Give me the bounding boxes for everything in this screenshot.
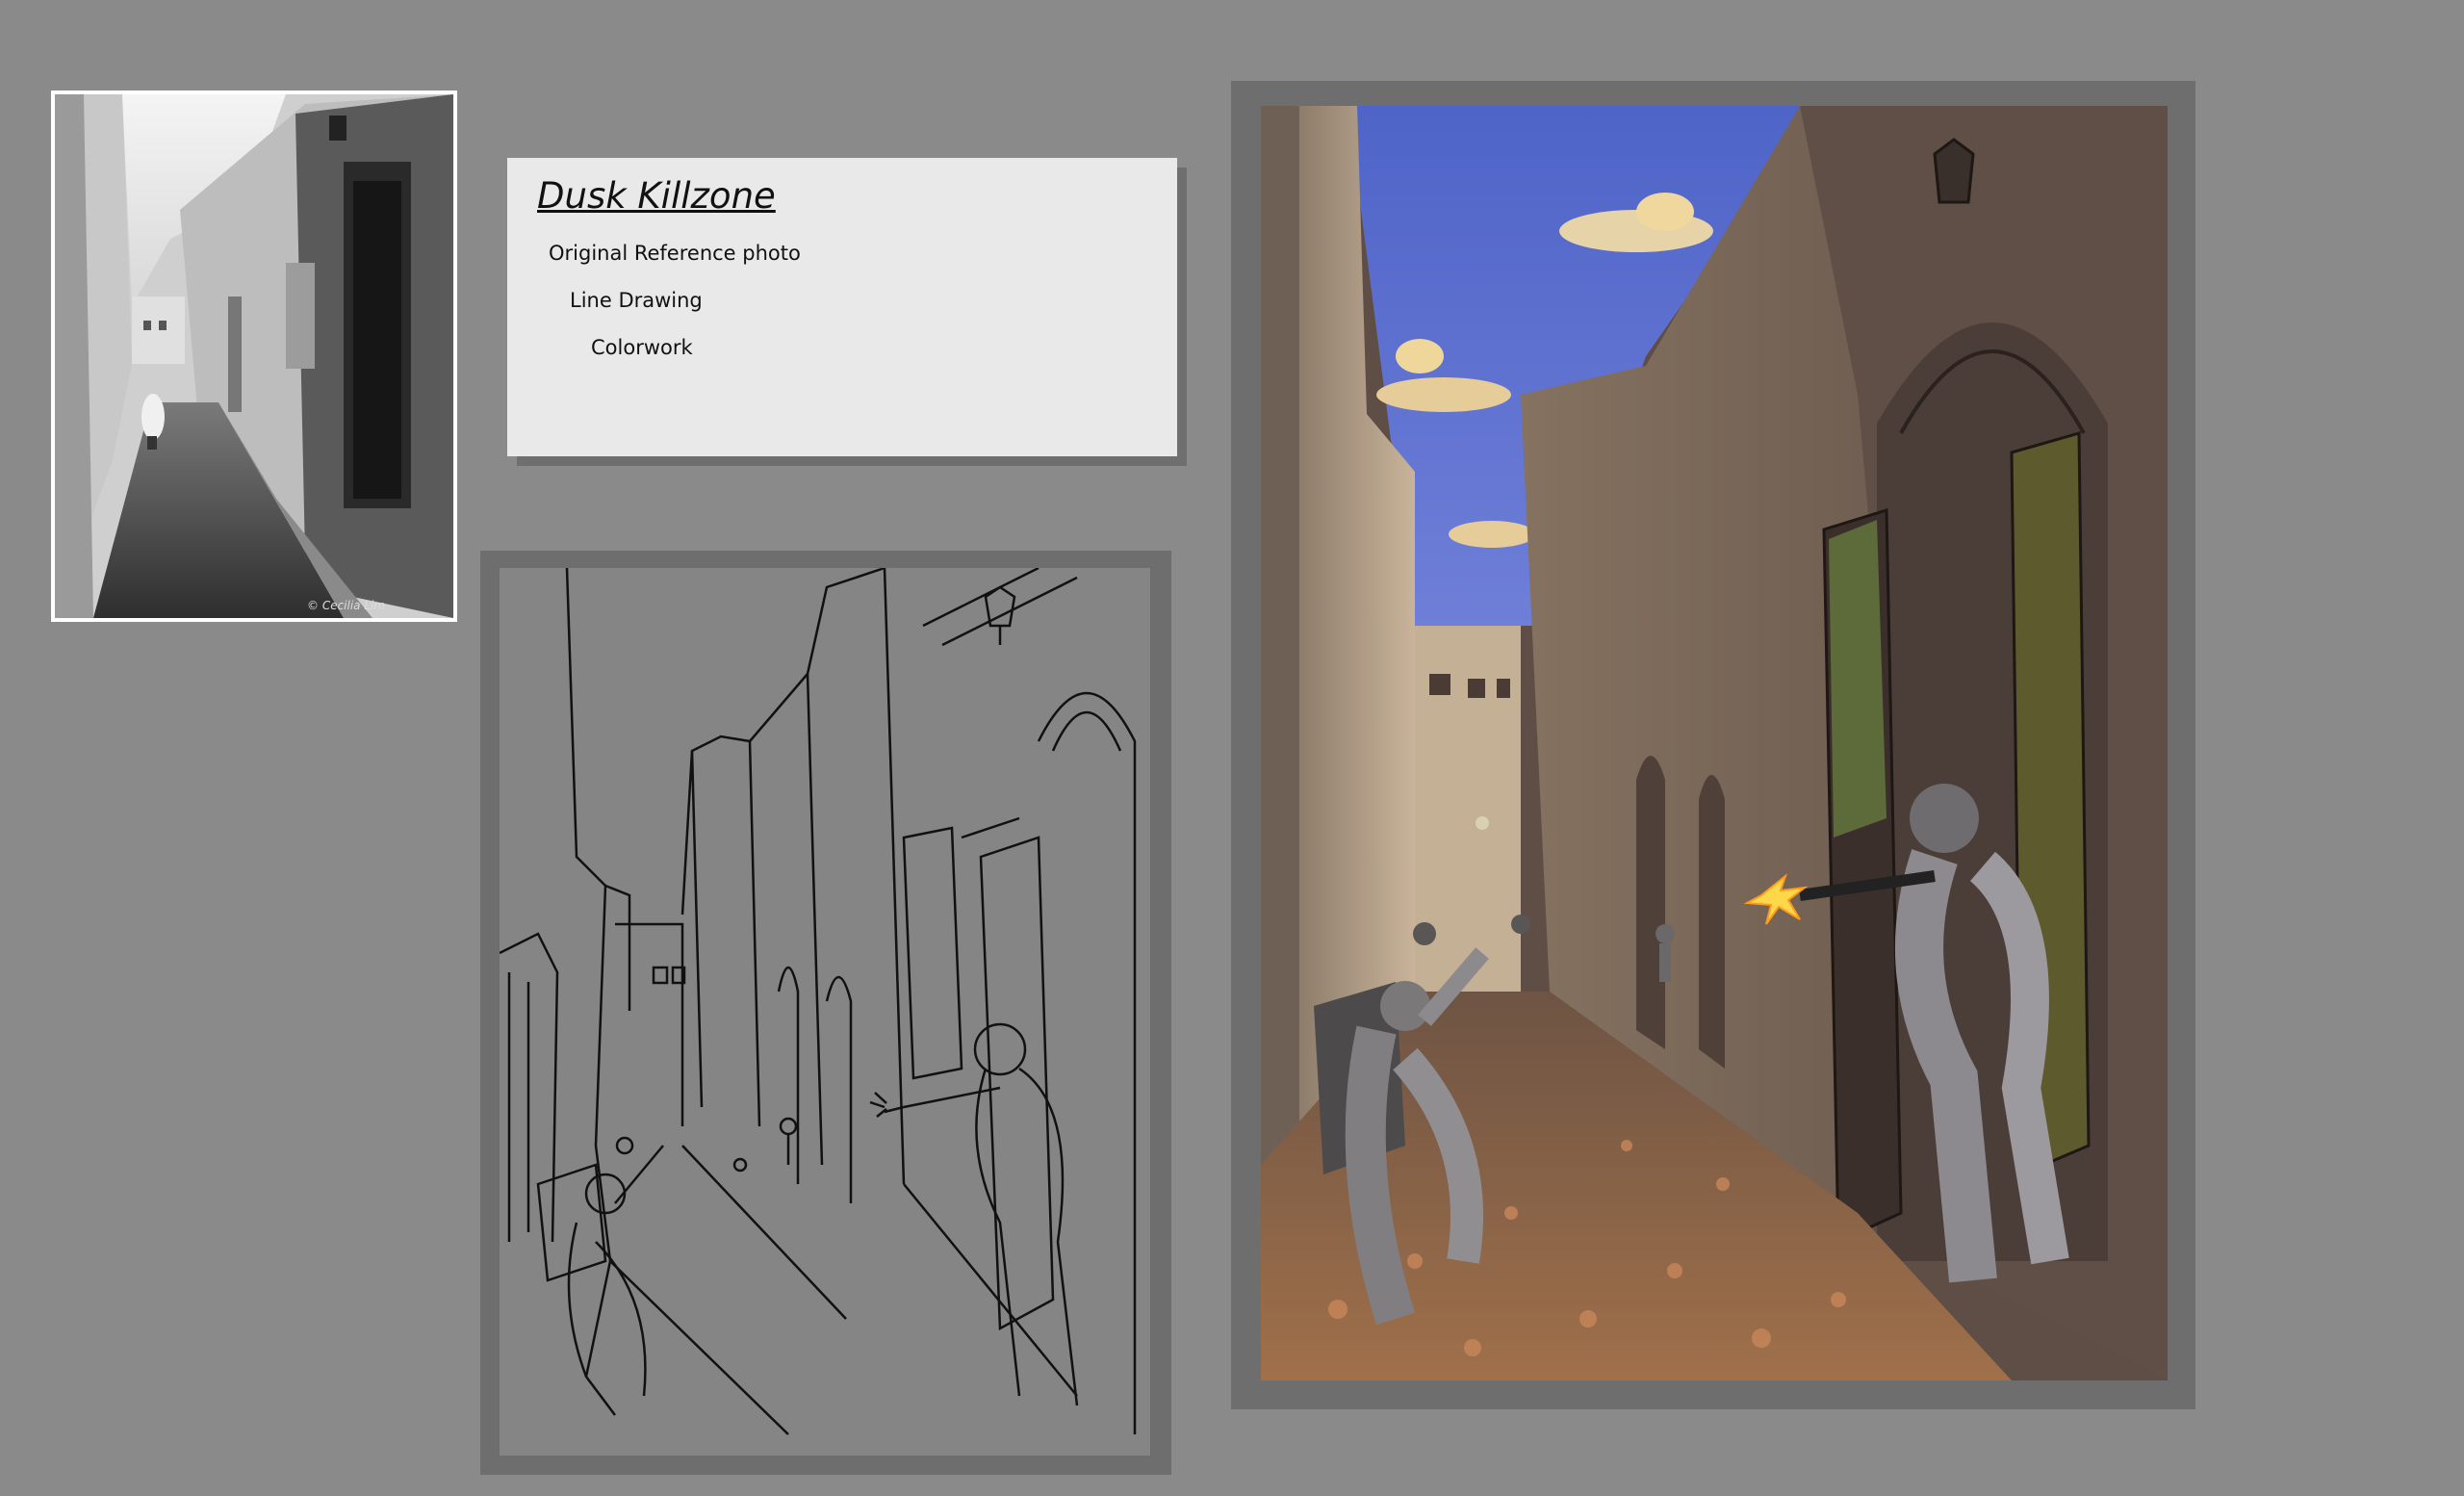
legend-reference-photo: Original Reference photo: [549, 242, 801, 265]
info-card: Dusk Killzone Original Reference photo L…: [507, 158, 1177, 456]
canvas: © Cecilia Lim Dusk Killzone Original Ref…: [0, 0, 2464, 1496]
colorwork-image: [1261, 106, 2168, 1380]
colorwork: [1261, 106, 2168, 1380]
line-drawing: [500, 568, 1150, 1456]
line-drawing-frame: [480, 551, 1171, 1475]
reference-photo: © Cecilia Lim: [51, 90, 457, 622]
reference-photo-image: © Cecilia Lim: [55, 94, 453, 618]
legend-line-drawing: Line Drawing: [570, 289, 703, 312]
colorwork-frame: [1231, 81, 2195, 1409]
photo-signature: © Cecilia Lim: [307, 599, 385, 612]
artwork-title: Dusk Killzone: [537, 175, 776, 217]
legend-colorwork: Colorwork: [591, 336, 693, 359]
line-drawing-image: [500, 568, 1137, 1435]
